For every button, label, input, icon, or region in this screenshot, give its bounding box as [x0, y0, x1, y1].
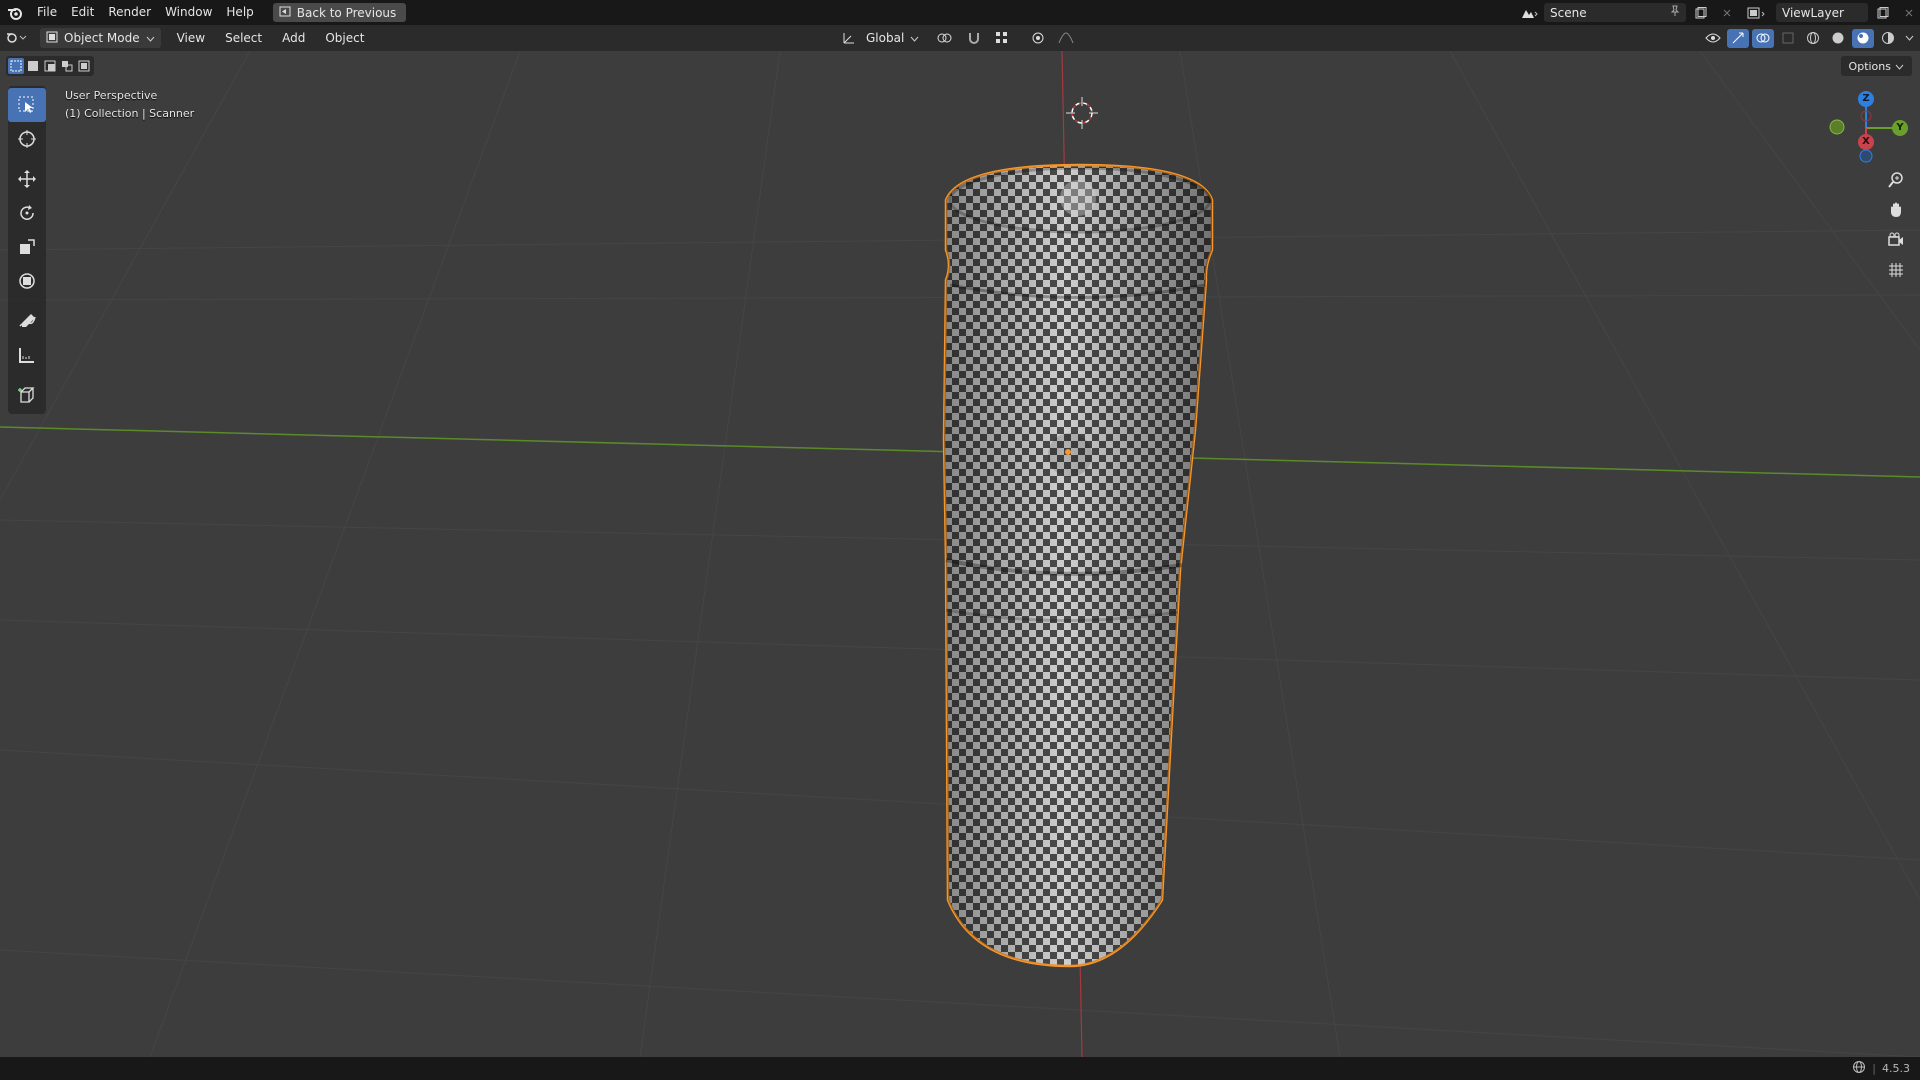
- perspective-label: User Perspective: [65, 89, 158, 102]
- wireframe-shading-icon[interactable]: [1802, 29, 1824, 48]
- object-mode-icon: [46, 31, 58, 46]
- tool-shelf: [8, 86, 46, 414]
- select-box-icon[interactable]: [8, 88, 46, 122]
- chevron-down-icon: [146, 31, 155, 45]
- chevron-down-icon: [910, 31, 919, 45]
- delete-view-layer-icon[interactable]: [1898, 3, 1920, 22]
- xray-icon[interactable]: [1777, 29, 1799, 48]
- back-icon: [279, 6, 291, 20]
- 3d-cursor-icon[interactable]: [1066, 97, 1098, 129]
- select-extend-icon[interactable]: [25, 58, 41, 74]
- chevron-down-icon: [1895, 60, 1904, 73]
- select-intersect-icon[interactable]: [76, 58, 92, 74]
- blender-logo-icon[interactable]: [0, 0, 30, 25]
- view-layer-field[interactable]: ViewLayer: [1776, 3, 1868, 22]
- move-icon[interactable]: [8, 162, 46, 196]
- new-view-layer-icon[interactable]: [1872, 3, 1894, 22]
- scale-icon[interactable]: [8, 230, 46, 264]
- selection-mode-bar: [6, 56, 94, 76]
- rendered-shading-icon[interactable]: [1877, 29, 1899, 48]
- gizmo-y-axis[interactable]: Y: [1892, 120, 1908, 136]
- viewport-navigation: [1882, 168, 1910, 282]
- viewport-canvas: [0, 51, 1920, 1057]
- menu-help[interactable]: Help: [219, 0, 260, 25]
- options-button[interactable]: Options: [1840, 56, 1912, 76]
- collection-label: (1) Collection | Scanner: [65, 107, 195, 120]
- status-bar: | 4.5.3: [0, 1057, 1920, 1080]
- network-globe-icon[interactable]: [1852, 1060, 1866, 1077]
- scene-browse-icon[interactable]: [1518, 3, 1540, 22]
- select-new-icon[interactable]: [8, 58, 24, 74]
- pivot-point-icon[interactable]: [935, 29, 957, 48]
- transform-tools: Global: [838, 25, 1077, 51]
- shading-options-chevron-icon[interactable]: [1902, 29, 1916, 48]
- snap-icon[interactable]: [963, 29, 985, 48]
- top-right-controls: Scene ViewLayer: [1518, 0, 1920, 25]
- view-layer-browse-icon[interactable]: [1742, 3, 1772, 22]
- falloff-icon[interactable]: [1055, 29, 1077, 48]
- orientation-label[interactable]: Global: [866, 31, 904, 45]
- ortho-grid-icon[interactable]: [1882, 258, 1910, 282]
- menu-edit[interactable]: Edit: [64, 0, 101, 25]
- menu-window[interactable]: Window: [158, 0, 219, 25]
- back-to-previous-label: Back to Previous: [296, 5, 397, 20]
- gizmo-toggle-icon[interactable]: [1727, 28, 1749, 48]
- scene-field[interactable]: Scene: [1544, 3, 1686, 22]
- cursor-icon[interactable]: [8, 122, 46, 156]
- menu-file[interactable]: File: [30, 0, 64, 25]
- gizmo-x-axis[interactable]: X: [1858, 134, 1874, 150]
- menu-select[interactable]: Select: [215, 25, 272, 51]
- material-preview-icon[interactable]: [1852, 28, 1874, 48]
- scanner-object[interactable]: [942, 163, 1214, 968]
- viewport-header: Object Mode View Select Add Object Globa…: [0, 25, 1920, 51]
- new-scene-icon[interactable]: [1690, 3, 1712, 22]
- navigation-gizmo[interactable]: Z Y X: [1826, 88, 1908, 168]
- menu-view[interactable]: View: [167, 25, 215, 51]
- select-subtract-icon[interactable]: [42, 58, 58, 74]
- scene-name: Scene: [1550, 5, 1587, 20]
- mode-label: Object Mode: [64, 31, 140, 45]
- visibility-icon[interactable]: [1702, 29, 1724, 48]
- top-bar: File Edit Render Window Help Back to Pre…: [0, 0, 1920, 25]
- back-to-previous-button[interactable]: Back to Previous: [272, 3, 407, 22]
- menu-object[interactable]: Object: [315, 25, 374, 51]
- zoom-icon[interactable]: [1882, 168, 1910, 192]
- viewport-info: User Perspective (1) Collection | Scanne…: [65, 87, 194, 123]
- delete-scene-icon[interactable]: [1716, 3, 1738, 22]
- version-label: 4.5.3: [1882, 1062, 1910, 1075]
- options-label: Options: [1848, 59, 1891, 73]
- 3d-viewport[interactable]: [0, 51, 1920, 1057]
- viewport-shading-tools: [1702, 25, 1920, 51]
- pin-icon[interactable]: [1670, 5, 1680, 20]
- camera-view-icon[interactable]: [1882, 228, 1910, 252]
- measure-icon[interactable]: [8, 338, 46, 372]
- gizmo-z-axis[interactable]: Z: [1858, 91, 1874, 107]
- transform-icon[interactable]: [8, 264, 46, 298]
- annotate-icon[interactable]: [8, 304, 46, 338]
- overlays-icon[interactable]: [1752, 28, 1774, 48]
- menu-render[interactable]: Render: [101, 0, 158, 25]
- solid-shading-icon[interactable]: [1827, 29, 1849, 48]
- status-separator: |: [1872, 1062, 1876, 1075]
- add-cube-icon[interactable]: [8, 378, 46, 412]
- pan-hand-icon[interactable]: [1882, 198, 1910, 222]
- proportional-editing-icon[interactable]: [1027, 29, 1049, 48]
- mode-dropdown[interactable]: Object Mode: [40, 28, 161, 48]
- menu-add[interactable]: Add: [272, 25, 315, 51]
- select-invert-icon[interactable]: [59, 58, 75, 74]
- orientation-icon[interactable]: [838, 29, 860, 48]
- snap-increment-icon[interactable]: [991, 29, 1013, 48]
- editor-type-icon[interactable]: [0, 29, 34, 48]
- view-layer-name: ViewLayer: [1782, 5, 1844, 20]
- rotate-icon[interactable]: [8, 196, 46, 230]
